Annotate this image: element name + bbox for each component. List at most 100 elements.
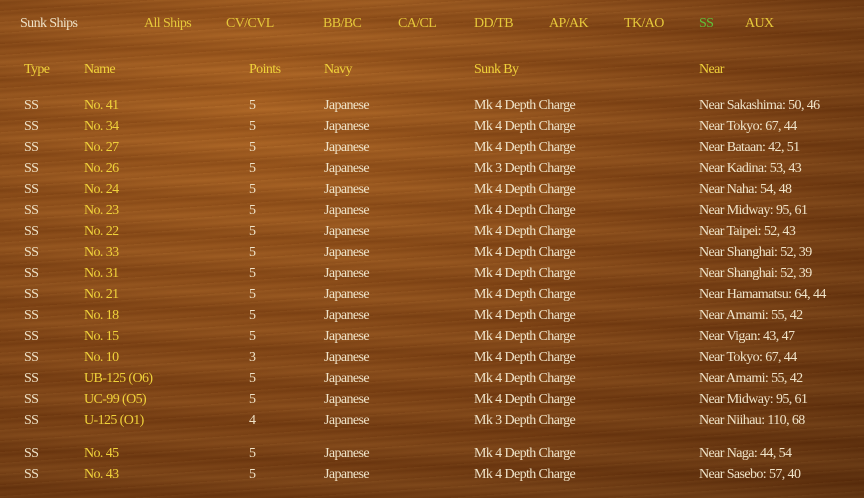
ship-name: No. 26 — [84, 161, 119, 176]
ship-type: SS — [24, 266, 39, 281]
ship-near: Near Hamamatsu: 64, 44 — [699, 287, 826, 302]
ship-name: No. 41 — [84, 98, 119, 113]
table-row[interactable]: SS No. 10 3 Japanese Mk 4 Depth Charge N… — [0, 347, 864, 368]
table-row[interactable]: SS No. 22 5 Japanese Mk 4 Depth Charge N… — [0, 221, 864, 242]
ship-type: SS — [24, 287, 39, 302]
ship-navy: Japanese — [324, 119, 370, 134]
ship-type: SS — [24, 182, 39, 197]
ship-navy: Japanese — [324, 161, 370, 176]
ship-points: 5 — [249, 329, 256, 344]
ship-near: Near Taipei: 52, 43 — [699, 224, 796, 239]
table-row[interactable]: SS No. 34 5 Japanese Mk 4 Depth Charge N… — [0, 116, 864, 137]
ship-points: 5 — [249, 287, 256, 302]
table-row[interactable]: SS No. 43 5 Japanese Mk 4 Depth Charge N… — [0, 464, 864, 485]
ship-name: U-125 (O1) — [84, 413, 144, 428]
ship-sunk-by: Mk 4 Depth Charge — [474, 329, 576, 344]
table-row[interactable]: SS No. 23 5 Japanese Mk 4 Depth Charge N… — [0, 200, 864, 221]
ship-type: SS — [24, 245, 39, 260]
ship-type: SS — [24, 161, 39, 176]
table-row[interactable]: SS U-125 (O1) 4 Japanese Mk 3 Depth Char… — [0, 410, 864, 431]
ship-name: No. 31 — [84, 266, 119, 281]
ship-navy: Japanese — [324, 182, 370, 197]
ship-navy: Japanese — [324, 413, 370, 428]
filter-bb-bc[interactable]: BB/BC — [323, 13, 362, 35]
ship-navy: Japanese — [324, 446, 370, 461]
ship-near: Near Sasebo: 57, 40 — [699, 467, 801, 482]
ship-navy: Japanese — [324, 287, 370, 302]
ship-type: SS — [24, 140, 39, 155]
ship-navy: Japanese — [324, 266, 370, 281]
ship-sunk-by: Mk 4 Depth Charge — [474, 467, 576, 482]
ship-sunk-by: Mk 3 Depth Charge — [474, 413, 576, 428]
table-row[interactable]: SS No. 26 5 Japanese Mk 3 Depth Charge N… — [0, 158, 864, 179]
ship-points: 5 — [249, 182, 256, 197]
ship-points: 5 — [249, 308, 256, 323]
page-title: Sunk Ships — [20, 16, 78, 31]
ship-navy: Japanese — [324, 98, 370, 113]
filter-ss[interactable]: SS — [699, 13, 714, 35]
ship-name: No. 27 — [84, 140, 119, 155]
ship-type: SS — [24, 392, 39, 407]
ship-near: Near Shanghai: 52, 39 — [699, 245, 812, 260]
ship-name: No. 15 — [84, 329, 119, 344]
ship-name: No. 45 — [84, 446, 119, 461]
table-row[interactable]: SS No. 45 5 Japanese Mk 4 Depth Charge N… — [0, 443, 864, 464]
ship-type: SS — [24, 203, 39, 218]
column-header-sunk-by[interactable]: Sunk By — [474, 59, 519, 80]
ship-points: 3 — [249, 350, 256, 365]
table-row[interactable]: SS No. 31 5 Japanese Mk 4 Depth Charge N… — [0, 263, 864, 284]
ship-points: 5 — [249, 161, 256, 176]
filter-tk-ao[interactable]: TK/AO — [624, 13, 664, 35]
ship-name: No. 22 — [84, 224, 119, 239]
ship-points: 5 — [249, 446, 256, 461]
ship-near: Near Tokyo: 67, 44 — [699, 119, 797, 134]
ship-near: Near Tokyo: 67, 44 — [699, 350, 797, 365]
ship-sunk-by: Mk 4 Depth Charge — [474, 224, 576, 239]
ship-name: No. 33 — [84, 245, 119, 260]
column-header-near[interactable]: Near — [699, 59, 724, 80]
table-row[interactable]: SS No. 33 5 Japanese Mk 4 Depth Charge N… — [0, 242, 864, 263]
ship-type: SS — [24, 371, 39, 386]
filter-aux[interactable]: AUX — [745, 13, 774, 35]
table-row[interactable]: SS UC-99 (O5) 5 Japanese Mk 4 Depth Char… — [0, 389, 864, 410]
filter-all-ships[interactable]: All Ships — [144, 13, 192, 35]
column-header-type[interactable]: Type — [24, 59, 50, 80]
ship-sunk-by: Mk 4 Depth Charge — [474, 140, 576, 155]
table-row[interactable]: SS No. 41 5 Japanese Mk 4 Depth Charge N… — [0, 95, 864, 116]
filter-ap-ak[interactable]: AP/AK — [549, 13, 589, 35]
table-row[interactable]: SS No. 27 5 Japanese Mk 4 Depth Charge N… — [0, 137, 864, 158]
column-header-points[interactable]: Points — [249, 59, 281, 80]
ship-points: 5 — [249, 266, 256, 281]
ship-points: 5 — [249, 224, 256, 239]
filter-dd-tb[interactable]: DD/TB — [474, 13, 514, 35]
ship-near: Near Kadina: 53, 43 — [699, 161, 802, 176]
ship-name: No. 18 — [84, 308, 119, 323]
ship-type: SS — [24, 413, 39, 428]
ship-type: SS — [24, 98, 39, 113]
filter-bar: Sunk Ships All Ships CV/CVL BB/BC CA/CL … — [0, 13, 864, 35]
table-row[interactable]: SS No. 24 5 Japanese Mk 4 Depth Charge N… — [0, 179, 864, 200]
ship-type: SS — [24, 308, 39, 323]
table-row[interactable]: SS No. 15 5 Japanese Mk 4 Depth Charge N… — [0, 326, 864, 347]
ship-navy: Japanese — [324, 308, 370, 323]
ship-type: SS — [24, 467, 39, 482]
ship-sunk-by: Mk 3 Depth Charge — [474, 161, 576, 176]
ship-sunk-by: Mk 4 Depth Charge — [474, 308, 576, 323]
table-row[interactable]: SS No. 21 5 Japanese Mk 4 Depth Charge N… — [0, 284, 864, 305]
ship-navy: Japanese — [324, 203, 370, 218]
ship-points: 5 — [249, 467, 256, 482]
table-row[interactable]: SS No. 18 5 Japanese Mk 4 Depth Charge N… — [0, 305, 864, 326]
ship-navy: Japanese — [324, 245, 370, 260]
ship-sunk-by: Mk 4 Depth Charge — [474, 371, 576, 386]
column-header-name[interactable]: Name — [84, 59, 116, 80]
table-row[interactable]: SS UB-125 (O6) 5 Japanese Mk 4 Depth Cha… — [0, 368, 864, 389]
filter-ca-cl[interactable]: CA/CL — [398, 13, 437, 35]
ship-navy: Japanese — [324, 371, 370, 386]
ship-type: SS — [24, 119, 39, 134]
filter-cv-cvl[interactable]: CV/CVL — [226, 13, 274, 35]
ship-sunk-by: Mk 4 Depth Charge — [474, 98, 576, 113]
ship-name: No. 24 — [84, 182, 119, 197]
column-header-navy[interactable]: Navy — [324, 59, 353, 80]
table-header: Type Name Points Navy Sunk By Near — [0, 59, 864, 80]
ship-points: 5 — [249, 371, 256, 386]
